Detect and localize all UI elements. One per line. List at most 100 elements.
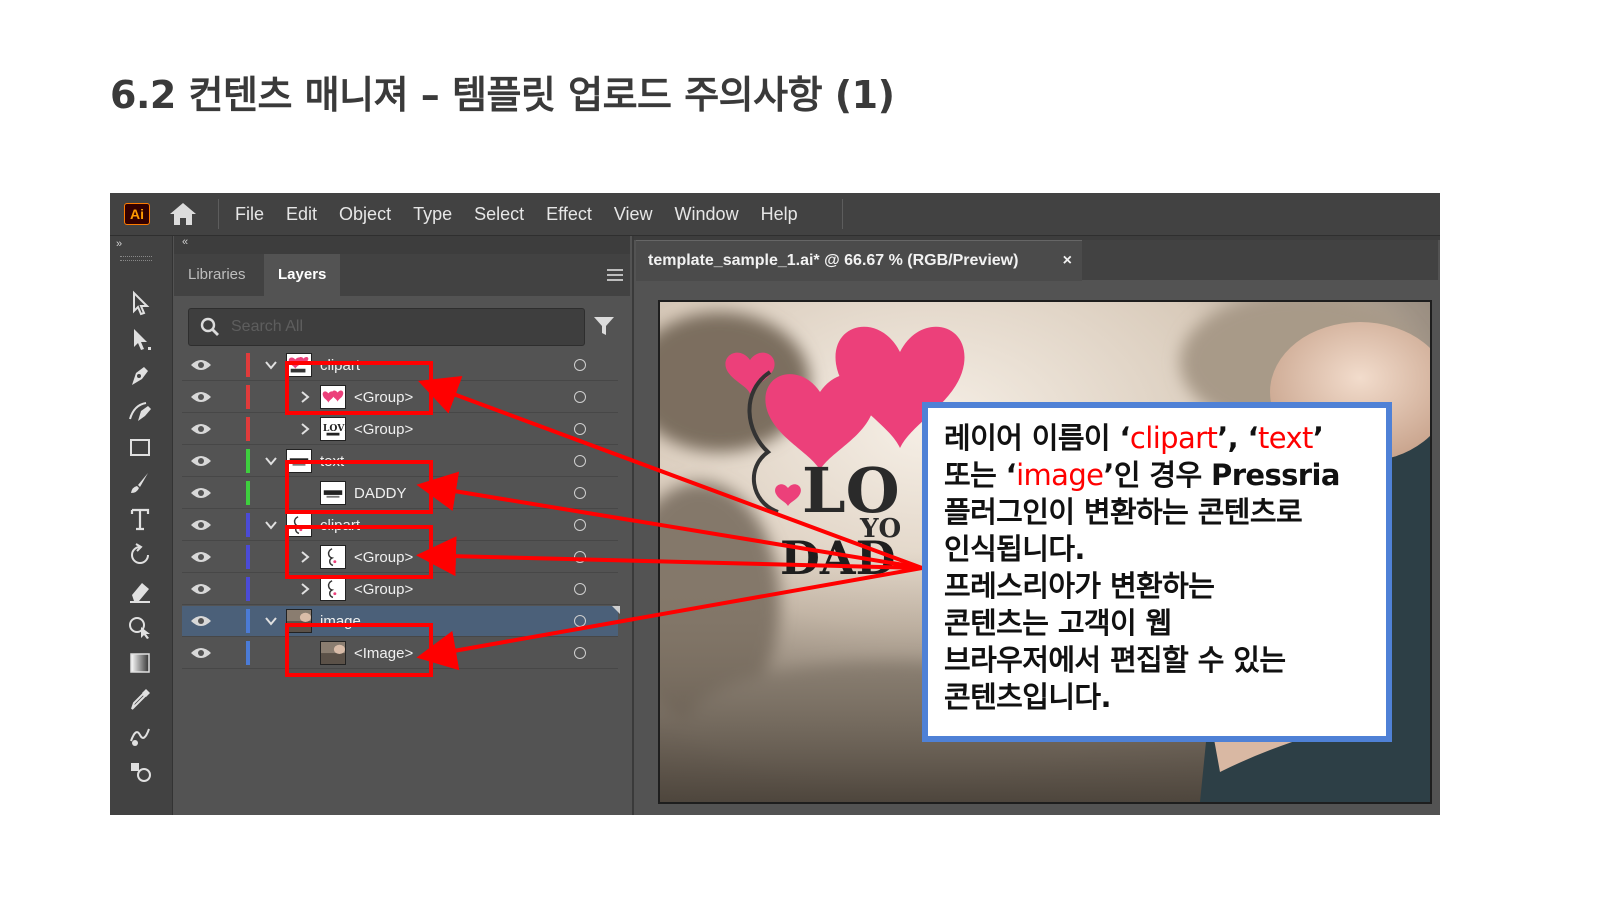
close-icon[interactable]: ×	[1063, 241, 1072, 281]
layer-color-bar	[246, 449, 250, 473]
chevron-down-icon[interactable]	[264, 518, 278, 532]
keyword-clipart: clipart	[1129, 421, 1218, 455]
callout-line-8: 콘텐츠입니다.	[944, 680, 1112, 714]
layer-color-bar	[246, 417, 250, 441]
chevron-right-icon[interactable]	[298, 422, 312, 436]
rectangle-tool-icon[interactable]	[124, 432, 156, 462]
page-title: 6.2 컨텐츠 매니져 – 템플릿 업로드 주의사항 (1)	[110, 73, 895, 117]
eye-icon[interactable]	[190, 582, 212, 596]
menu-type[interactable]: Type	[402, 204, 463, 225]
chevron-down-icon[interactable]	[264, 614, 278, 628]
pen-tool-icon[interactable]	[124, 360, 156, 390]
callout-line-5: 프레스리아가 변환하는	[944, 569, 1215, 603]
blend-tool-icon[interactable]	[124, 720, 156, 750]
target-circle-icon[interactable]	[574, 391, 586, 403]
callout-line-4: 인식됩니다.	[944, 532, 1085, 566]
layer-thumbnail	[320, 577, 346, 601]
chevron-right-icon[interactable]	[298, 582, 312, 596]
eye-icon[interactable]	[190, 646, 212, 660]
eyedropper-tool-icon[interactable]	[124, 684, 156, 714]
target-circle-icon[interactable]	[574, 487, 586, 499]
filter-icon[interactable]	[592, 314, 616, 338]
panel-collapse-toggle[interactable]: «	[182, 236, 188, 248]
menu-edit[interactable]: Edit	[275, 204, 328, 225]
direct-selection-tool-icon[interactable]	[124, 324, 156, 354]
callout-line-3: 플러그인이 변환하는 콘텐츠로	[944, 495, 1303, 529]
document-tab-title: template_sample_1.ai* @ 66.67 % (RGB/Pre…	[648, 252, 1019, 269]
tab-libraries[interactable]: Libraries	[174, 254, 260, 296]
target-circle-icon[interactable]	[574, 423, 586, 435]
eye-icon[interactable]	[190, 518, 212, 532]
panel-tabs: Libraries Layers	[174, 254, 630, 296]
menu-divider	[218, 199, 219, 229]
eye-icon[interactable]	[190, 550, 212, 564]
selection-corner-marker	[612, 606, 620, 614]
layer-color-bar	[246, 385, 250, 409]
menu-effect[interactable]: Effect	[535, 204, 603, 225]
layer-color-bar	[246, 513, 250, 537]
tab-layers[interactable]: Layers	[264, 254, 341, 296]
menu-window[interactable]: Window	[664, 204, 750, 225]
callout-line-6: 콘텐츠는 고객이 웹	[944, 606, 1172, 640]
callout-box: 레이어 이름이 ‘clipart’, ‘text’ 또는 ‘image’인 경우…	[922, 402, 1392, 742]
layer-color-bar	[246, 353, 250, 377]
layer-color-bar	[246, 641, 250, 665]
selection-tool-icon[interactable]	[124, 288, 156, 318]
target-circle-icon[interactable]	[574, 647, 586, 659]
home-icon[interactable]	[168, 200, 198, 228]
document-tabbar	[1082, 240, 1438, 280]
target-circle-icon[interactable]	[574, 519, 586, 531]
layer-color-bar	[246, 577, 250, 601]
target-circle-icon[interactable]	[574, 615, 586, 627]
eye-icon[interactable]	[190, 486, 212, 500]
eye-icon[interactable]	[190, 614, 212, 628]
layer-color-bar	[246, 481, 250, 505]
document-gutter	[632, 236, 634, 815]
curvature-tool-icon[interactable]	[124, 396, 156, 426]
menu-object[interactable]: Object	[328, 204, 402, 225]
panel-menu-icon[interactable]	[606, 268, 624, 282]
artwork-daddy-text: DAD	[780, 531, 895, 585]
highlight-clipart-layer-1	[285, 361, 433, 415]
callout-line-7: 브라우저에서 편집할 수 있는	[944, 643, 1286, 677]
keyword-image: image	[1016, 458, 1104, 492]
gradient-tool-icon[interactable]	[124, 648, 156, 678]
layer-color-bar	[246, 545, 250, 569]
main-menu: File Edit Object Type Select Effect View…	[224, 193, 809, 235]
menu-bar: Ai File Edit Object Type Select Effect V…	[110, 193, 1440, 236]
eye-icon[interactable]	[190, 454, 212, 468]
tools-grip[interactable]	[120, 256, 152, 261]
layer-name: <Group>	[354, 421, 414, 438]
menu-help[interactable]: Help	[750, 204, 809, 225]
layer-thumbnail: LOVE	[320, 417, 346, 441]
search-icon	[200, 317, 219, 336]
type-tool-icon[interactable]	[124, 504, 156, 534]
layers-search-box	[188, 308, 585, 346]
document-tab[interactable]: template_sample_1.ai* @ 66.67 % (RGB/Pre…	[636, 240, 1082, 281]
rotate-tool-icon[interactable]	[124, 540, 156, 570]
target-circle-icon[interactable]	[574, 455, 586, 467]
eye-icon[interactable]	[190, 358, 212, 372]
panel-header-strip: «	[174, 236, 630, 254]
target-circle-icon[interactable]	[574, 551, 586, 563]
menu-file[interactable]: File	[224, 204, 275, 225]
eraser-tool-icon[interactable]	[124, 576, 156, 606]
target-circle-icon[interactable]	[574, 583, 586, 595]
menu-select[interactable]: Select	[463, 204, 535, 225]
highlight-clipart-layer-2	[285, 525, 433, 579]
layer-row[interactable]: LOVE <Group>	[182, 414, 618, 445]
paintbrush-tool-icon[interactable]	[124, 468, 156, 498]
highlight-text-layer	[285, 460, 433, 514]
menu-view[interactable]: View	[603, 204, 664, 225]
eye-icon[interactable]	[190, 422, 212, 436]
eye-icon[interactable]	[190, 390, 212, 404]
chevron-down-icon[interactable]	[264, 358, 278, 372]
shape-builder-tool-icon[interactable]	[124, 612, 156, 642]
layers-search-input[interactable]	[229, 313, 573, 341]
target-circle-icon[interactable]	[574, 359, 586, 371]
tools-collapse-toggle[interactable]: »	[116, 238, 122, 250]
tools-panel: »	[110, 236, 173, 815]
chevron-down-icon[interactable]	[264, 454, 278, 468]
menu-divider-end	[842, 199, 843, 229]
symbol-sprayer-tool-icon[interactable]	[124, 756, 156, 786]
